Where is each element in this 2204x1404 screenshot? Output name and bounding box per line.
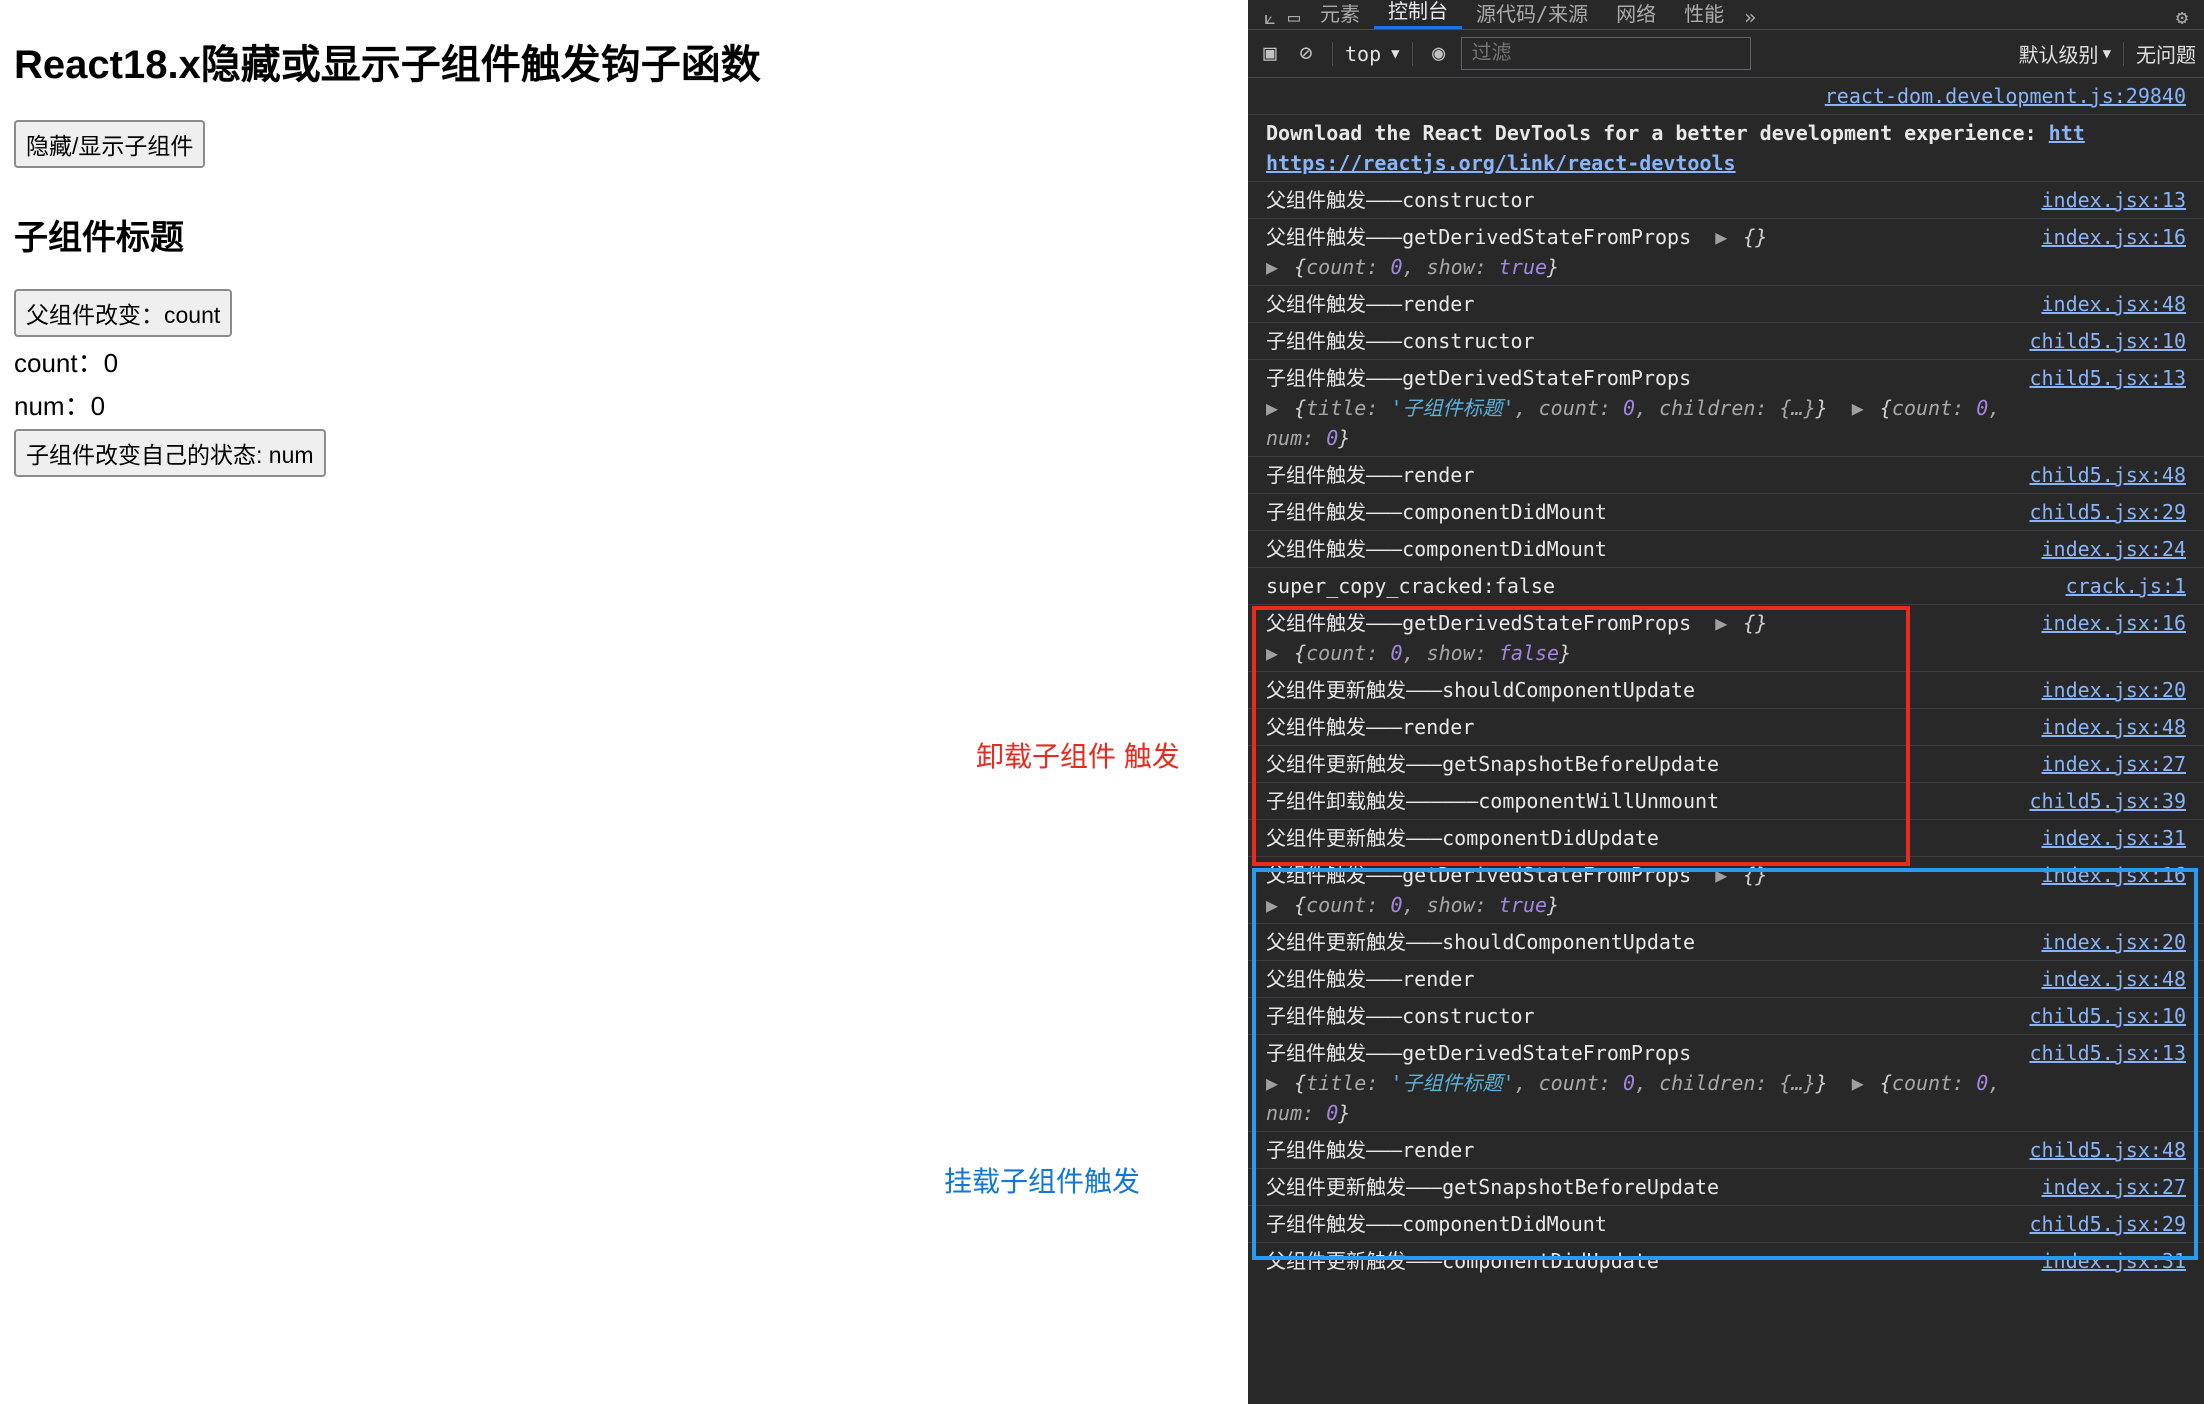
console-row: 子组件触发———getDerivedStateFromProps▶ {title…	[1248, 1034, 2204, 1131]
tab-sources[interactable]: 源代码/来源	[1462, 0, 1602, 29]
tab-console[interactable]: 控制台	[1374, 0, 1462, 29]
console-toolbar: ▣ ⊘ top▼ ◉ 默认级别 ▼ 无问题	[1248, 30, 2204, 78]
source-link[interactable]: index.jsx:31	[2022, 1246, 2187, 1276]
sidebar-toggle-icon[interactable]: ▣	[1256, 41, 1284, 66]
console-row: 父组件触发———componentDidMountindex.jsx:24	[1248, 530, 2204, 567]
source-link[interactable]: index.jsx:31	[2022, 823, 2187, 853]
tab-performance[interactable]: 性能	[1670, 0, 1738, 29]
source-link[interactable]: index.jsx:20	[2022, 927, 2187, 957]
filter-input[interactable]	[1461, 37, 1751, 70]
source-link[interactable]: index.jsx:24	[2022, 534, 2187, 564]
parent-change-count-button[interactable]: 父组件改变：count	[14, 289, 232, 337]
source-link[interactable]: index.jsx:20	[2022, 675, 2187, 705]
more-tabs-icon[interactable]: »	[1738, 5, 1762, 29]
console-row: 父组件更新触发———shouldComponentUpdateindex.jsx…	[1248, 671, 2204, 708]
console-row: 父组件触发———renderindex.jsx:48	[1248, 960, 2204, 997]
page-title: React18.x隐藏或显示子组件触发钩子函数	[14, 32, 1234, 90]
console-row: 父组件更新触发———componentDidUpdateindex.jsx:31	[1248, 1242, 2204, 1279]
console-row: 子组件触发———componentDidMountchild5.jsx:29	[1248, 1205, 2204, 1242]
annotation-unmount: 卸载子组件 触发	[976, 735, 1180, 775]
console-row: 父组件更新触发———shouldComponentUpdateindex.jsx…	[1248, 923, 2204, 960]
source-link[interactable]: child5.jsx:13	[2009, 363, 2186, 453]
source-link[interactable]: index.jsx:16	[2022, 860, 2187, 920]
source-link[interactable]: child5.jsx:29	[2009, 1209, 2186, 1239]
source-link[interactable]: child5.jsx:10	[2009, 1001, 2186, 1031]
count-value: count：0	[14, 343, 1234, 380]
annotation-mount: 挂载子组件触发	[944, 1160, 1140, 1200]
num-value: num：0	[14, 386, 1234, 423]
source-link[interactable]: react-dom.development.js:29840	[1805, 81, 2186, 111]
console-row: 父组件触发———getDerivedStateFromProps ▶ {}▶ {…	[1248, 856, 2204, 923]
console-row: 子组件触发———constructorchild5.jsx:10	[1248, 997, 2204, 1034]
console-row: 子组件卸载触发——————componentWillUnmountchild5.…	[1248, 782, 2204, 819]
source-link[interactable]: child5.jsx:48	[2009, 1135, 2186, 1165]
source-link[interactable]: child5.jsx:48	[2009, 460, 2186, 490]
tab-network[interactable]: 网络	[1602, 0, 1670, 29]
console-row: 子组件触发———renderchild5.jsx:48	[1248, 456, 2204, 493]
console-row: 父组件更新触发———getSnapshotBeforeUpdateindex.j…	[1248, 745, 2204, 782]
device-icon[interactable]: ▭	[1282, 5, 1306, 29]
source-link[interactable]: index.jsx:48	[2022, 964, 2187, 994]
source-link[interactable]: child5.jsx:10	[2009, 326, 2186, 356]
source-link[interactable]: index.jsx:16	[2022, 608, 2187, 668]
source-link[interactable]: crack.js:1	[2046, 571, 2186, 601]
source-link[interactable]: index.jsx:27	[2022, 1172, 2187, 1202]
source-link[interactable]: index.jsx:16	[2022, 222, 2187, 282]
source-link[interactable]: index.jsx:13	[2022, 185, 2187, 215]
inspect-icon[interactable]: ⟀	[1258, 5, 1282, 29]
live-expression-icon[interactable]: ◉	[1425, 41, 1453, 66]
devtools-link[interactable]: htt	[2049, 121, 2085, 145]
toggle-child-button[interactable]: 隐藏/显示子组件	[14, 120, 205, 168]
console-row: 父组件触发———getDerivedStateFromProps ▶ {}▶ {…	[1248, 604, 2204, 671]
console-row: 父组件更新触发———componentDidUpdateindex.jsx:31	[1248, 819, 2204, 856]
console-row: 子组件触发———getDerivedStateFromProps▶ {title…	[1248, 359, 2204, 456]
console-row: 子组件触发———constructorchild5.jsx:10	[1248, 322, 2204, 359]
source-link[interactable]: index.jsx:48	[2022, 289, 2187, 319]
settings-icon[interactable]: ⚙	[2170, 5, 2194, 29]
source-link[interactable]: child5.jsx:13	[2009, 1038, 2186, 1128]
console-row: 父组件更新触发———getSnapshotBeforeUpdateindex.j…	[1248, 1168, 2204, 1205]
log-level-selector[interactable]: 默认级别 ▼	[2019, 39, 2111, 68]
console-row: 子组件触发———componentDidMountchild5.jsx:29	[1248, 493, 2204, 530]
source-link[interactable]: child5.jsx:29	[2009, 497, 2186, 527]
console-row: 子组件触发———renderchild5.jsx:48	[1248, 1131, 2204, 1168]
source-link[interactable]: index.jsx:27	[2022, 749, 2187, 779]
console-row: 父组件触发———renderindex.jsx:48	[1248, 285, 2204, 322]
devtools-tabs: ⟀ ▭ 元素 控制台 源代码/来源 网络 性能 » ⚙	[1248, 0, 2204, 30]
context-selector[interactable]: top▼	[1345, 42, 1400, 66]
issues-label[interactable]: 无问题	[2136, 39, 2196, 68]
devtools-link-2[interactable]: https://reactjs.org/link/react-devtools	[1266, 151, 1736, 175]
source-link[interactable]: index.jsx:48	[2022, 712, 2187, 742]
console-output[interactable]: react-dom.development.js:29840 Download …	[1248, 78, 2204, 1404]
child-title: 子组件标题	[14, 210, 1234, 259]
clear-console-icon[interactable]: ⊘	[1292, 41, 1320, 66]
console-row: 父组件触发———getDerivedStateFromProps ▶ {}▶ {…	[1248, 218, 2204, 285]
devtools-pane: ⟀ ▭ 元素 控制台 源代码/来源 网络 性能 » ⚙ ▣ ⊘ top▼ ◉ 默…	[1248, 0, 2204, 1404]
source-link[interactable]: child5.jsx:39	[2009, 786, 2186, 816]
console-row: super_copy_cracked:falsecrack.js:1	[1248, 567, 2204, 604]
child-change-num-button[interactable]: 子组件改变自己的状态: num	[14, 429, 326, 477]
console-row: 父组件触发———renderindex.jsx:48	[1248, 708, 2204, 745]
console-row: 父组件触发———constructorindex.jsx:13	[1248, 181, 2204, 218]
tab-elements[interactable]: 元素	[1306, 0, 1374, 29]
